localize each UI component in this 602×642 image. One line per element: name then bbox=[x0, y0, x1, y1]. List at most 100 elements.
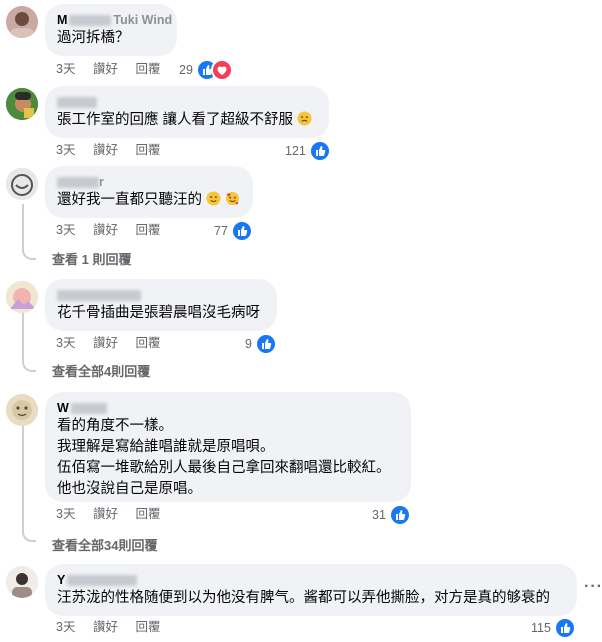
avatar-image bbox=[6, 566, 38, 598]
like-icon bbox=[554, 617, 577, 639]
reply-button[interactable]: 回覆 bbox=[135, 620, 160, 634]
like-button[interactable]: 讚好 bbox=[93, 620, 118, 634]
thread-hook bbox=[22, 530, 36, 542]
reaction-summary[interactable]: 9 bbox=[245, 333, 278, 355]
comment-text-line: 伍佰寫一堆歌給別人最後自己拿回來翻唱還比較紅。 bbox=[57, 460, 391, 476]
comment-author[interactable] bbox=[57, 94, 317, 110]
author-name-redacted bbox=[69, 15, 112, 27]
author-name-redacted bbox=[57, 177, 99, 189]
comment-actions: 3天 讚好 回覆 bbox=[56, 506, 174, 522]
comment-bubble: 張工作室的回應 讓人看了超級不舒服 bbox=[45, 86, 329, 138]
comment-text-line: 張工作室的回應 讓人看了超級不舒服 bbox=[57, 112, 294, 128]
like-icon bbox=[255, 333, 278, 355]
avatar[interactable] bbox=[6, 6, 38, 38]
author-name-redacted bbox=[67, 575, 138, 587]
like-button[interactable]: 讚好 bbox=[93, 507, 118, 521]
smiling-face-with-hearts-icon bbox=[226, 191, 240, 206]
author-initial: Y bbox=[57, 573, 66, 587]
comment-author[interactable]: r bbox=[57, 174, 241, 190]
comment-text: 汪苏泷的性格随便到以为他没有脾气。酱都可以弄他撕脸，对方是真的够衰的 bbox=[57, 590, 550, 606]
author-name-tail: Tuki Wind bbox=[113, 13, 173, 27]
comment-time[interactable]: 3天 bbox=[56, 143, 75, 157]
avatar-image bbox=[6, 88, 38, 120]
comment-text: 張工作室的回應 讓人看了超級不舒服 bbox=[57, 110, 317, 131]
comment-actions: 3天 讚好 回覆 bbox=[56, 142, 174, 158]
reply-button[interactable]: 回覆 bbox=[135, 507, 160, 521]
avatar-image bbox=[6, 168, 38, 200]
reaction-summary[interactable]: 77 bbox=[214, 220, 254, 242]
comment-time[interactable]: 3天 bbox=[56, 507, 75, 521]
comment-author[interactable] bbox=[57, 287, 265, 303]
comment-author[interactable]: M Tuki Wind bbox=[57, 12, 172, 28]
comment-text: 還好我一直都只聽汪的 bbox=[57, 190, 241, 211]
comment-bubble: M Tuki Wind 過河拆橋？ bbox=[45, 4, 177, 56]
like-button[interactable]: 讚好 bbox=[93, 223, 118, 237]
comment-actions: 3天 讚好 回覆 bbox=[56, 222, 174, 238]
thread-line bbox=[22, 311, 24, 363]
reaction-summary[interactable]: 121 bbox=[285, 140, 332, 162]
comment-text: 過河拆橋？ bbox=[57, 30, 130, 46]
reaction-count: 9 bbox=[245, 337, 252, 351]
view-replies-link[interactable]: 查看 1 則回覆 bbox=[52, 249, 131, 268]
reply-button[interactable]: 回覆 bbox=[135, 62, 160, 76]
like-button[interactable]: 讚好 bbox=[93, 336, 118, 350]
like-icon bbox=[389, 504, 412, 526]
author-initial: W bbox=[57, 401, 69, 415]
comment-text-line: 看的角度不一樣。 bbox=[57, 418, 173, 434]
avatar-image bbox=[10, 12, 34, 38]
reply-button[interactable]: 回覆 bbox=[135, 143, 160, 157]
like-icon bbox=[309, 140, 332, 162]
avatar[interactable] bbox=[6, 281, 38, 313]
thread-line bbox=[22, 425, 24, 533]
avatar[interactable] bbox=[6, 566, 38, 598]
comment-bubble: W 看的角度不一樣。 我理解是寫給誰唱誰就是原唱唄。 伍佰寫一堆歌給別人最後自己… bbox=[45, 392, 411, 502]
reaction-summary[interactable]: 115 bbox=[531, 617, 577, 639]
nauseated-emoji-icon bbox=[297, 111, 312, 126]
thread-line bbox=[22, 204, 24, 252]
more-options-button[interactable]: ··· bbox=[584, 578, 602, 596]
reaction-summary[interactable]: 31 bbox=[372, 504, 412, 526]
like-button[interactable]: 讚好 bbox=[93, 143, 118, 157]
love-icon bbox=[211, 59, 234, 81]
comment-time[interactable]: 3天 bbox=[56, 336, 75, 350]
thread-hook bbox=[22, 248, 36, 260]
reaction-summary[interactable]: 29 bbox=[179, 59, 234, 81]
comment-text-line: 我理解是寫給誰唱誰就是原唱唄。 bbox=[57, 439, 275, 455]
reaction-count: 77 bbox=[214, 224, 228, 238]
avatar[interactable] bbox=[6, 394, 38, 426]
comment-text: 花千骨插曲是張碧晨唱沒毛病呀 bbox=[57, 305, 260, 321]
reaction-count: 115 bbox=[531, 621, 551, 635]
thread-hook bbox=[22, 360, 36, 372]
author-name-tail: r bbox=[99, 175, 104, 189]
avatar-image bbox=[6, 394, 38, 426]
comment-time[interactable]: 3天 bbox=[56, 620, 75, 634]
comment-author[interactable]: Y bbox=[57, 572, 565, 588]
comment-actions: 3天 讚好 回覆 bbox=[56, 335, 174, 351]
avatar[interactable] bbox=[6, 168, 38, 200]
comment-bubble: 花千骨插曲是張碧晨唱沒毛病呀 bbox=[45, 279, 277, 331]
reaction-count: 31 bbox=[372, 508, 386, 522]
avatar[interactable] bbox=[6, 88, 38, 120]
reply-button[interactable]: 回覆 bbox=[135, 223, 160, 237]
comment-time[interactable]: 3天 bbox=[56, 62, 75, 76]
smile-emoji-icon bbox=[206, 191, 221, 206]
comment-actions: 3天 讚好 回覆 bbox=[56, 619, 174, 635]
avatar-image bbox=[6, 281, 38, 313]
comment-author[interactable]: W bbox=[57, 400, 399, 416]
comment-bubble: r 還好我一直都只聽汪的 bbox=[45, 166, 253, 218]
author-name-redacted bbox=[57, 97, 97, 109]
comment-text-line: 還好我一直都只聽汪的 bbox=[57, 192, 202, 208]
comment-bubble: Y 汪苏泷的性格随便到以为他没有脾气。酱都可以弄他撕脸，对方是真的够衰的 bbox=[45, 564, 577, 616]
view-replies-link[interactable]: 查看全部34則回覆 bbox=[52, 535, 157, 554]
reaction-count: 121 bbox=[285, 144, 306, 158]
author-initial: M bbox=[57, 13, 68, 27]
comment-time[interactable]: 3天 bbox=[56, 223, 75, 237]
author-name-redacted bbox=[70, 403, 107, 415]
comment-actions: 3天 讚好 回覆 bbox=[56, 61, 174, 77]
reply-button[interactable]: 回覆 bbox=[135, 336, 160, 350]
like-icon bbox=[231, 220, 254, 242]
comment-text-line: 他也沒說自己是原唱。 bbox=[57, 481, 202, 497]
view-replies-link[interactable]: 查看全部4則回覆 bbox=[52, 361, 150, 380]
reaction-count: 29 bbox=[179, 63, 193, 77]
like-button[interactable]: 讚好 bbox=[93, 62, 118, 76]
